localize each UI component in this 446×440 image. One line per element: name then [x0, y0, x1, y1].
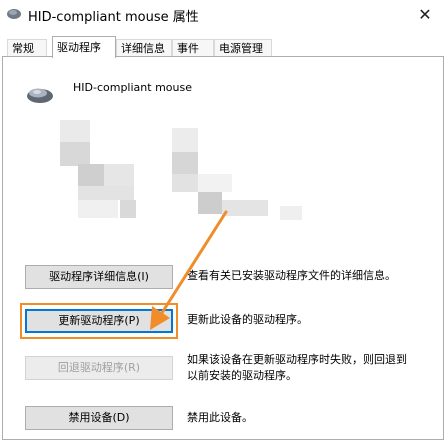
annotation-arrow-icon	[150, 210, 228, 330]
tab-driver[interactable]: 驱动程序	[52, 36, 116, 58]
